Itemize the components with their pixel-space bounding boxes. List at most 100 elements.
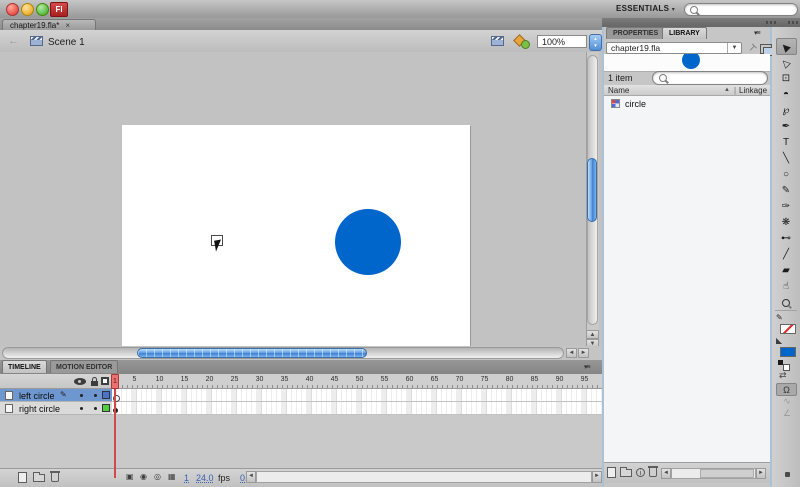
current-frame-value[interactable]: 1 xyxy=(184,473,189,483)
fill-bucket-icon: ◣ xyxy=(776,336,782,345)
zoom-window-button[interactable] xyxy=(36,3,49,16)
onion-skin-outlines-icon[interactable]: ◎ xyxy=(154,472,161,482)
close-window-button[interactable] xyxy=(6,3,19,16)
onion-skin-icon[interactable]: ◉ xyxy=(140,472,147,482)
chevron-down-icon: ▾ xyxy=(672,7,675,13)
visibility-eye-icon[interactable] xyxy=(74,378,86,385)
chevron-down-icon[interactable]: ▼ xyxy=(727,43,741,53)
eraser-tool[interactable]: ▰ xyxy=(774,264,798,279)
line-tool[interactable]: ╲ xyxy=(774,152,798,167)
free-transform-tool[interactable]: ⊡ xyxy=(774,72,798,87)
layer-unlocked-dot[interactable] xyxy=(94,407,97,410)
new-library-panel-icon[interactable] xyxy=(760,44,772,54)
horizontal-scroll-thumb[interactable] xyxy=(137,348,367,358)
pen-tool[interactable]: ✒ xyxy=(774,120,798,135)
stage-pasteboard[interactable] xyxy=(0,52,602,346)
blue-circle-shape[interactable] xyxy=(335,209,401,275)
stage-zoom-input[interactable]: 100% xyxy=(537,35,587,48)
outline-square-icon[interactable] xyxy=(101,377,109,385)
layer-unlocked-dot[interactable] xyxy=(94,394,97,397)
vertical-scroll-thumb[interactable] xyxy=(587,158,597,222)
text-tool[interactable]: T xyxy=(774,136,798,151)
minimize-window-button[interactable] xyxy=(21,3,34,16)
close-document-icon[interactable]: × xyxy=(65,21,70,30)
layer-row-left-circle[interactable]: left circle ✎ xyxy=(0,389,112,402)
library-scroll-left-button[interactable]: ◄ xyxy=(661,468,671,479)
timeline-panel-menu-icon[interactable]: ▾≡ xyxy=(584,363,590,371)
title-bar xyxy=(0,0,800,19)
bone-tool[interactable]: ⊷ xyxy=(774,232,798,247)
panel-drag-grip[interactable] xyxy=(766,21,776,24)
timeline-scroll-track[interactable] xyxy=(256,471,592,483)
delete-layer-button[interactable] xyxy=(51,472,59,482)
deco-spray-tool[interactable]: ❋ xyxy=(774,216,798,231)
library-delete-button[interactable] xyxy=(649,467,657,477)
tab-timeline[interactable]: TIMELINE xyxy=(2,360,47,373)
3d-rotation-tool[interactable]: ◓ xyxy=(774,88,798,103)
library-scroll-right-button[interactable]: ► xyxy=(756,468,766,479)
timeline-scroll-left-button[interactable]: ◄ xyxy=(246,471,256,483)
library-list-header[interactable]: Name ▲ | Linkage xyxy=(604,85,770,96)
pencil-tool-icon: ✎ xyxy=(782,184,790,198)
layer-visible-dot[interactable] xyxy=(80,407,83,410)
workspace-switcher[interactable]: ESSENTIALS ▾ xyxy=(616,3,675,15)
hand-tool[interactable]: ☝ xyxy=(774,280,798,295)
stroke-color-swatch[interactable] xyxy=(780,324,796,334)
zoom-stepper[interactable]: ▲▼ xyxy=(589,34,602,51)
snap-to-objects-button[interactable]: Ω xyxy=(776,383,797,396)
oval-tool[interactable]: ○ xyxy=(774,168,798,183)
zoom-tool[interactable] xyxy=(774,296,798,311)
new-symbol-button[interactable] xyxy=(607,467,616,478)
panel-drag-grip[interactable] xyxy=(788,21,798,24)
brush-tool[interactable]: ✑ xyxy=(774,200,798,215)
scroll-left-button[interactable]: ◄ xyxy=(566,348,577,358)
ruler-number-40: 40 xyxy=(302,376,318,383)
scene-name[interactable]: Scene 1 xyxy=(48,37,85,48)
edit-scene-button[interactable] xyxy=(491,36,504,46)
new-folder-button[interactable] xyxy=(33,474,45,482)
layer-outline-color-swatch[interactable] xyxy=(102,404,110,412)
edit-bar xyxy=(0,30,602,53)
app-search-input[interactable] xyxy=(684,3,798,16)
playhead[interactable]: 1 xyxy=(111,374,119,389)
library-document-select[interactable]: chapter19.fla▼ xyxy=(606,42,742,54)
stage-canvas[interactable] xyxy=(122,125,470,346)
library-item-list[interactable]: circle xyxy=(604,96,770,462)
tab-library[interactable]: LIBRARY xyxy=(662,27,707,39)
edit-symbols-button[interactable] xyxy=(514,35,530,48)
item-properties-button[interactable]: i xyxy=(636,468,645,477)
library-search-input[interactable] xyxy=(652,71,768,85)
selection-tool[interactable]: ▶ xyxy=(774,40,798,55)
swap-colors-icon[interactable]: ⇄ xyxy=(779,370,787,381)
lock-icon[interactable] xyxy=(91,381,98,386)
timeline-frame-ruler[interactable]: 5101520253035404550556065707580859095 xyxy=(112,374,602,389)
document-tab[interactable]: chapter19.fla*× xyxy=(2,19,96,30)
layer-outline-color-swatch[interactable] xyxy=(102,391,110,399)
layer-frames-left-circle[interactable] xyxy=(112,389,602,402)
layer-frames-right-circle[interactable] xyxy=(112,402,602,415)
panel-resize-grip[interactable] xyxy=(785,472,790,477)
smooth-button[interactable]: ∿ xyxy=(778,396,796,407)
frame-rate-value[interactable]: 24.0 xyxy=(196,473,214,483)
layer-row-right-circle[interactable]: right circle xyxy=(0,402,112,415)
center-frame-icon[interactable]: ▣ xyxy=(126,472,134,482)
eyedropper-tool[interactable]: ╱ xyxy=(774,248,798,263)
tab-properties[interactable]: PROPERTIES xyxy=(606,27,665,39)
scroll-right-button[interactable]: ► xyxy=(578,348,589,358)
pencil-tool[interactable]: ✎ xyxy=(774,184,798,199)
library-new-folder-button[interactable] xyxy=(620,469,632,477)
fill-color-swatch[interactable] xyxy=(780,347,796,357)
edit-multiple-frames-icon[interactable]: ▦ xyxy=(168,472,176,482)
layer-visible-dot[interactable] xyxy=(80,394,83,397)
subselection-tool[interactable]: ▷ xyxy=(774,56,798,71)
library-panel-menu-icon[interactable]: ▾≡ xyxy=(754,29,760,37)
straighten-button[interactable]: ∠ xyxy=(778,408,796,419)
tab-motion-editor[interactable]: MOTION EDITOR xyxy=(50,360,118,373)
new-layer-button[interactable] xyxy=(18,472,27,483)
back-arrow-icon[interactable]: ← xyxy=(8,36,19,46)
list-item-circle[interactable]: circle xyxy=(604,97,770,110)
timeline-scroll-right-button[interactable]: ► xyxy=(592,471,602,483)
library-scroll-thumb[interactable] xyxy=(700,469,754,478)
lasso-tool[interactable]: ℘ xyxy=(774,104,798,119)
scroll-up-button[interactable]: ▲ xyxy=(586,330,599,339)
